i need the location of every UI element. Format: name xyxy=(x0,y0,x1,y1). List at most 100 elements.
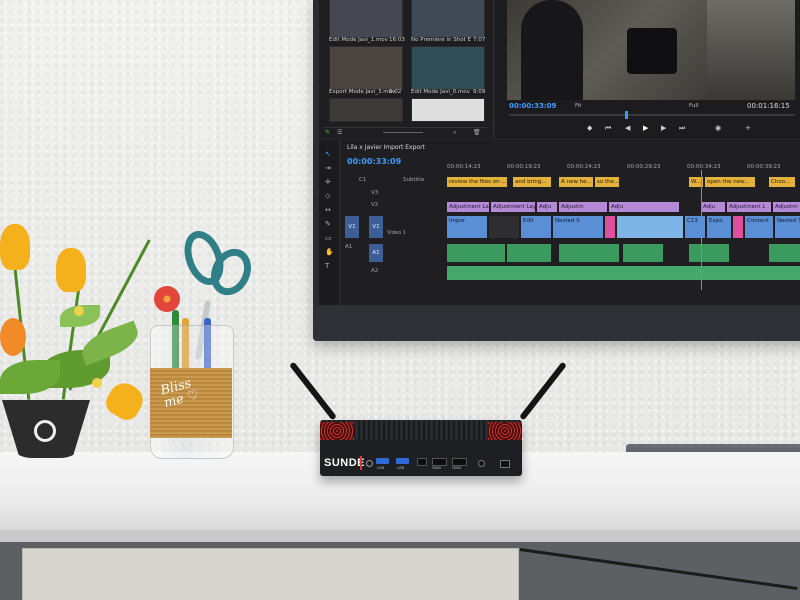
razor-tool-icon[interactable]: ◇ xyxy=(325,192,330,200)
video-clip-marker[interactable] xyxy=(733,216,743,238)
audio-clip[interactable] xyxy=(769,244,800,262)
source-patch-a1[interactable]: A1 xyxy=(345,244,352,250)
frame-forward-icon[interactable]: ▶ xyxy=(661,124,666,132)
track-label: V3 xyxy=(371,190,379,196)
step-forward-icon[interactable]: ⏭ xyxy=(679,124,685,133)
slip-tool-icon[interactable]: ↔ xyxy=(325,206,331,214)
track-header-a2[interactable]: A2 xyxy=(341,268,445,279)
video-clip[interactable]: C13 xyxy=(685,216,705,238)
search-icon[interactable]: ⌕ xyxy=(453,129,456,137)
program-monitor-panel: 00:00:33:09 Fit Full 00:01:16:15 ◆ ⏮ ◀ ▶… xyxy=(495,0,800,138)
clip-thumbnail[interactable] xyxy=(329,46,403,90)
audio-clip[interactable] xyxy=(689,244,729,262)
usb-port[interactable] xyxy=(396,458,409,464)
pen-tool-icon[interactable]: ✎ xyxy=(325,220,331,228)
desk-edge xyxy=(0,530,800,542)
timeline-playhead[interactable] xyxy=(701,170,702,290)
ruler-label: 00:00:29:23 xyxy=(627,164,661,170)
ripple-edit-icon[interactable]: ✛ xyxy=(325,178,331,186)
track-header-subtitle[interactable]: C1 Subtitle xyxy=(341,177,445,188)
list-view-icon[interactable]: ☰ xyxy=(337,129,342,136)
bin-footer-toolbar: ✎ ☰ ⌕ 🗑 xyxy=(323,127,489,136)
hand-tool-icon[interactable]: ✋ xyxy=(325,248,334,256)
video-clip[interactable]: Nested S xyxy=(775,216,800,238)
adjustment-layer-clip[interactable]: Adjustment L xyxy=(727,202,771,212)
usb-c-port[interactable] xyxy=(417,458,427,466)
sequence-tab[interactable]: Lila x Javier Import Export xyxy=(347,144,425,151)
source-patch-v1[interactable]: V1 xyxy=(345,216,359,238)
step-back-icon[interactable]: ⏮ xyxy=(605,124,611,133)
add-button-icon[interactable]: + xyxy=(745,124,751,132)
marker-icon[interactable]: ◆ xyxy=(587,124,592,132)
port-label: HDMI xyxy=(452,466,461,470)
type-tool-icon[interactable]: T xyxy=(325,262,329,270)
audio-clip[interactable] xyxy=(507,244,551,262)
quality-dropdown[interactable]: Full xyxy=(689,103,698,109)
brand-divider xyxy=(360,456,362,470)
timeline-current-timecode[interactable]: 00:00:33:09 xyxy=(347,157,401,166)
video-clip[interactable]: Nested S xyxy=(553,216,603,238)
audio-clip[interactable] xyxy=(623,244,663,262)
hdmi-port[interactable] xyxy=(452,458,467,466)
clip-thumbnail[interactable] xyxy=(411,98,485,122)
program-playhead[interactable] xyxy=(625,111,628,119)
clip-name: Edit Mode Javi_1.mov xyxy=(329,37,388,43)
video-clip[interactable]: Impor xyxy=(447,216,487,238)
trash-icon[interactable]: 🗑 xyxy=(473,129,481,136)
clip-duration: 6:02 xyxy=(389,89,402,95)
program-scrub-bar[interactable] xyxy=(509,111,795,119)
audio-clip[interactable] xyxy=(447,244,505,262)
video-clip-marker[interactable] xyxy=(605,216,615,238)
subtitle-clip[interactable]: and bring... xyxy=(513,177,551,187)
clip-thumbnail[interactable] xyxy=(329,0,403,38)
track-select-icon[interactable]: ⇥ xyxy=(325,164,331,172)
program-video-frame xyxy=(507,0,795,100)
clip-thumbnail[interactable] xyxy=(411,46,485,90)
track-header-v2[interactable]: V2 xyxy=(341,202,445,213)
hdmi-port[interactable] xyxy=(432,458,447,466)
track-target-v1[interactable]: V1 xyxy=(369,216,383,238)
usb-port[interactable] xyxy=(376,458,389,464)
adjustment-layer-clip[interactable]: Adjustm xyxy=(559,202,607,212)
port-label: HDMI xyxy=(432,466,441,470)
subtitle-clip[interactable]: so the... xyxy=(595,177,619,187)
play-icon[interactable]: ▶ xyxy=(643,124,648,132)
rectangle-tool-icon[interactable]: ▭ xyxy=(325,234,332,242)
card-slot[interactable] xyxy=(500,460,510,468)
video-clip-thumbnail[interactable] xyxy=(489,216,519,238)
video-clip[interactable]: Expo xyxy=(707,216,731,238)
video-clip[interactable]: Edit xyxy=(521,216,551,238)
frame-back-icon[interactable]: ◀ xyxy=(625,124,630,132)
adjustment-layer-clip[interactable]: Adjustment La xyxy=(447,202,489,212)
subtitle-clip[interactable]: review the files on ... xyxy=(447,177,507,187)
video-clip-thumbnail[interactable] xyxy=(617,216,683,238)
adjustment-layer-clip[interactable]: Adjustment Lay xyxy=(491,202,535,212)
fit-dropdown[interactable]: Fit xyxy=(575,103,581,109)
subtitle-clip[interactable]: Choo... xyxy=(769,177,795,187)
audio-clip[interactable] xyxy=(559,244,619,262)
power-button-icon[interactable] xyxy=(366,460,373,467)
premiere-pro-interface: Edit Mode Javi_1.mov 16:03 No Premiere i… xyxy=(319,0,800,305)
zoom-slider[interactable] xyxy=(383,132,423,133)
clip-thumbnail[interactable] xyxy=(329,98,403,122)
program-current-timecode[interactable]: 00:00:33:09 xyxy=(509,102,556,110)
subtitle-clip[interactable]: A new he... xyxy=(559,177,593,187)
adjustment-layer-clip[interactable]: Adju xyxy=(701,202,725,212)
track-header-v3[interactable]: V3 xyxy=(341,190,445,201)
audio-jack[interactable] xyxy=(478,460,485,467)
selection-tool-icon[interactable]: ↖ xyxy=(325,150,331,158)
clip-duration: 9:09 xyxy=(473,89,486,95)
camera-icon[interactable]: ◉ xyxy=(715,124,721,132)
project-bin-panel: Edit Mode Javi_1.mov 16:03 No Premiere i… xyxy=(319,0,494,138)
adjustment-layer-clip[interactable]: Adju xyxy=(609,202,679,212)
adjustment-layer-clip[interactable]: Adju xyxy=(537,202,557,212)
subtitle-clip[interactable]: open the new... xyxy=(705,177,755,187)
video-clip[interactable]: Content xyxy=(745,216,773,238)
person-silhouette xyxy=(521,0,583,100)
clip-thumbnail[interactable] xyxy=(411,0,485,38)
mini-pc: SUNDE USB USB HDMI HDMI xyxy=(320,420,522,476)
music-audio-clip[interactable] xyxy=(447,266,800,280)
pencil-icon[interactable]: ✎ xyxy=(325,129,330,136)
adjustment-layer-clip[interactable]: Adjustm xyxy=(773,202,800,212)
track-target-a1[interactable]: A1 xyxy=(369,244,383,262)
